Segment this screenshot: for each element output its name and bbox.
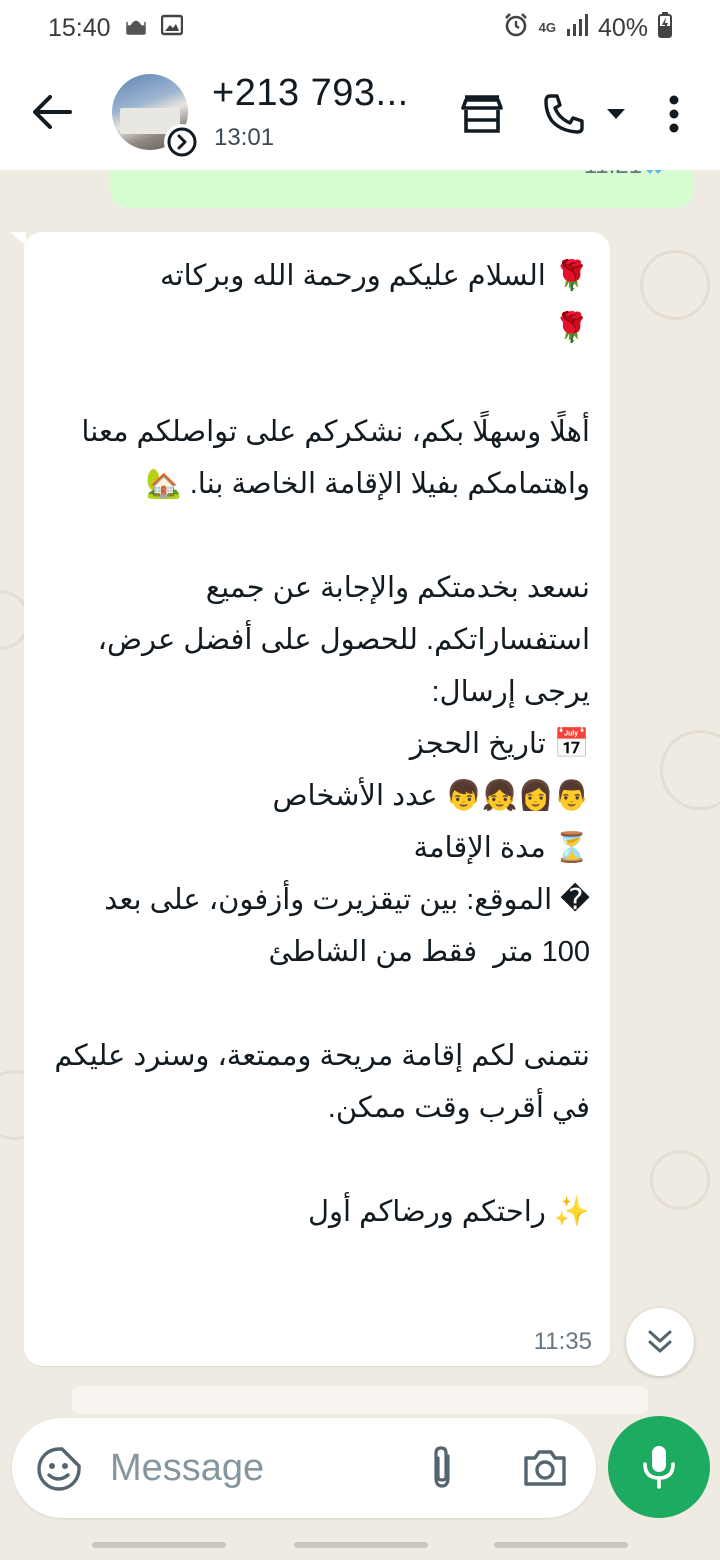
more-vert-icon — [669, 95, 679, 133]
phone-icon — [544, 94, 584, 134]
nav-back-button[interactable] — [494, 1542, 628, 1548]
store-icon — [461, 95, 503, 133]
next-message-preview — [72, 1386, 648, 1414]
store-button[interactable] — [456, 90, 508, 138]
wallpaper-doodle — [640, 250, 710, 320]
microphone-icon — [643, 1446, 675, 1489]
paperclip-icon — [434, 1446, 450, 1488]
double-chevron-down-icon — [648, 1330, 672, 1353]
emoji-sticker-icon — [37, 1447, 81, 1491]
signal-icon — [566, 13, 588, 44]
camera-icon — [524, 1450, 566, 1486]
sticker-emoji-button[interactable] — [36, 1446, 82, 1497]
scroll-to-bottom-button[interactable] — [626, 1308, 694, 1376]
more-options-button[interactable] — [654, 88, 694, 140]
battery-charging-icon — [658, 11, 672, 45]
outgoing-message[interactable]: 11:21 — [110, 170, 694, 208]
alarm-icon — [503, 12, 529, 45]
read-ticks-icon — [642, 170, 676, 181]
battery-percent: 40% — [597, 13, 648, 42]
status-right: 4G 40% — [503, 11, 672, 45]
dropdown-arrow-icon — [607, 109, 625, 119]
call-button[interactable] — [538, 88, 590, 140]
network-type-label: 4G — [538, 20, 556, 35]
status-play-icon — [167, 127, 197, 157]
wallpaper-doodle — [650, 1150, 710, 1210]
nav-home-button[interactable] — [294, 1542, 428, 1548]
gallery-notification-icon — [160, 14, 183, 43]
incoming-time: 11:35 — [533, 1328, 592, 1355]
bubble-tail — [10, 232, 26, 246]
back-arrow-icon — [33, 95, 72, 129]
back-button[interactable] — [28, 82, 76, 142]
mosque-notification-icon — [125, 14, 147, 43]
message-text: 🌹 السلام عليكم ورحمة الله وبركاته 🌹 أهلً… — [54, 260, 590, 1228]
camera-button[interactable] — [522, 1448, 568, 1493]
system-nav-bar — [0, 1528, 720, 1560]
chat-header: +213 793... 13:01 — [0, 56, 720, 170]
status-bar: 15:40 4G 40% — [0, 0, 720, 56]
last-seen: 13:01 — [214, 124, 275, 151]
nav-recents-button[interactable] — [92, 1542, 226, 1548]
wallpaper-doodle — [660, 730, 720, 810]
message-composer — [12, 1418, 596, 1518]
attach-button[interactable] — [424, 1444, 460, 1497]
outgoing-time: 11:21 — [584, 170, 642, 180]
chat-area[interactable]: 11:21 🌹 السلام عليكم ورحمة الله وبركاته … — [0, 170, 720, 1530]
call-options-dropdown[interactable] — [598, 100, 634, 128]
contact-name[interactable]: +213 793... — [212, 72, 409, 115]
message-input[interactable] — [110, 1442, 410, 1494]
network-4g-icon: 4G — [538, 20, 556, 35]
status-left: 15:40 — [48, 14, 183, 43]
status-indicator[interactable] — [164, 124, 200, 160]
incoming-message[interactable]: 🌹 السلام عليكم ورحمة الله وبركاته 🌹 أهلً… — [24, 232, 610, 1366]
voice-message-button[interactable] — [608, 1416, 710, 1518]
status-time: 15:40 — [48, 13, 111, 42]
